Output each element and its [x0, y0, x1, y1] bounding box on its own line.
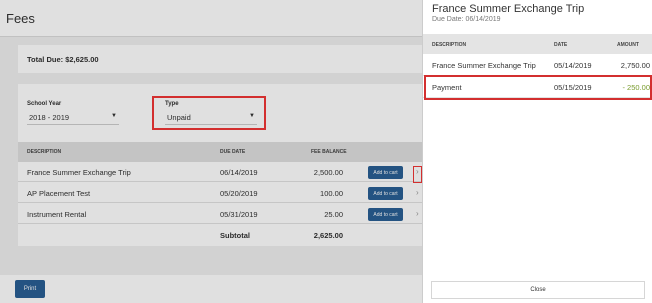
- close-button[interactable]: Close: [431, 281, 645, 299]
- add-to-cart-button[interactable]: Add to cart: [368, 187, 403, 200]
- col-description: DESCRIPTION: [432, 42, 467, 48]
- fee-due-date: 06/14/2019: [220, 168, 258, 177]
- fee-balance: 25.00: [324, 210, 343, 219]
- school-year-label: School Year: [27, 101, 62, 107]
- col-date: DATE: [554, 42, 568, 48]
- table-row[interactable]: France Summer Exchange Trip 06/14/2019 2…: [18, 162, 422, 182]
- subtotal-row: Subtotal 2,625.00: [18, 225, 422, 245]
- table-row[interactable]: Instrument Rental 05/31/2019 25.00 Add t…: [18, 204, 422, 224]
- chevron-down-icon: ▼: [111, 113, 117, 119]
- subtotal-value: 2,625.00: [313, 231, 343, 240]
- col-amount: AMOUNT: [617, 42, 639, 48]
- fee-balance: 100.00: [320, 189, 343, 198]
- fees-page: Fees Total Due: $2,625.00 School Year 20…: [0, 0, 422, 303]
- chevron-right-icon[interactable]: ›: [416, 209, 419, 218]
- transaction-amount: 2,750.00: [620, 61, 650, 70]
- fee-due-date: 05/20/2019: [220, 189, 258, 198]
- col-due-date: DUE DATE: [220, 149, 246, 155]
- chevron-right-icon[interactable]: ›: [416, 188, 419, 197]
- transaction-date: 05/14/2019: [554, 61, 592, 70]
- table-row: France Summer Exchange Trip 05/14/2019 2…: [423, 54, 652, 76]
- fee-description: Instrument Rental: [27, 210, 87, 219]
- page-title: Fees: [6, 11, 35, 26]
- col-description: DESCRIPTION: [27, 149, 62, 155]
- school-year-value: 2018 - 2019: [29, 113, 70, 122]
- panel-due-date: Due Date: 06/14/2019: [432, 16, 501, 23]
- fee-description: AP Placement Test: [27, 189, 91, 198]
- payment-row-highlight: [424, 75, 652, 100]
- row-chevron-highlight: [413, 166, 422, 183]
- table-header: DESCRIPTION DUE DATE FEE BALANCE: [18, 142, 422, 162]
- fee-due-date: 05/31/2019: [220, 210, 258, 219]
- total-due-card: Total Due: $2,625.00: [18, 45, 422, 73]
- print-button[interactable]: Print: [15, 280, 45, 298]
- panel-title: France Summer Exchange Trip: [432, 3, 585, 15]
- fee-balance: 2,500.00: [313, 168, 343, 177]
- add-to-cart-button[interactable]: Add to cart: [368, 208, 403, 221]
- table-row[interactable]: AP Placement Test 05/20/2019 100.00 Add …: [18, 183, 422, 203]
- total-due-label: Total Due: $2,625.00: [27, 55, 99, 64]
- col-fee-balance: FEE BALANCE: [311, 149, 347, 155]
- fee-description: France Summer Exchange Trip: [27, 168, 131, 177]
- fees-table: DESCRIPTION DUE DATE FEE BALANCE France …: [18, 142, 422, 246]
- page-header: Fees: [0, 0, 422, 37]
- fee-detail-panel: France Summer Exchange Trip Due Date: 06…: [422, 0, 652, 303]
- add-to-cart-button[interactable]: Add to cart: [368, 166, 403, 179]
- subtotal-label: Subtotal: [220, 231, 250, 240]
- page-footer: [0, 275, 422, 303]
- panel-table-header: DESCRIPTION DATE AMOUNT: [423, 34, 652, 54]
- transaction-description: France Summer Exchange Trip: [432, 61, 536, 70]
- type-filter-highlight: [152, 96, 266, 130]
- school-year-select[interactable]: 2018 - 2019 ▼: [27, 112, 119, 125]
